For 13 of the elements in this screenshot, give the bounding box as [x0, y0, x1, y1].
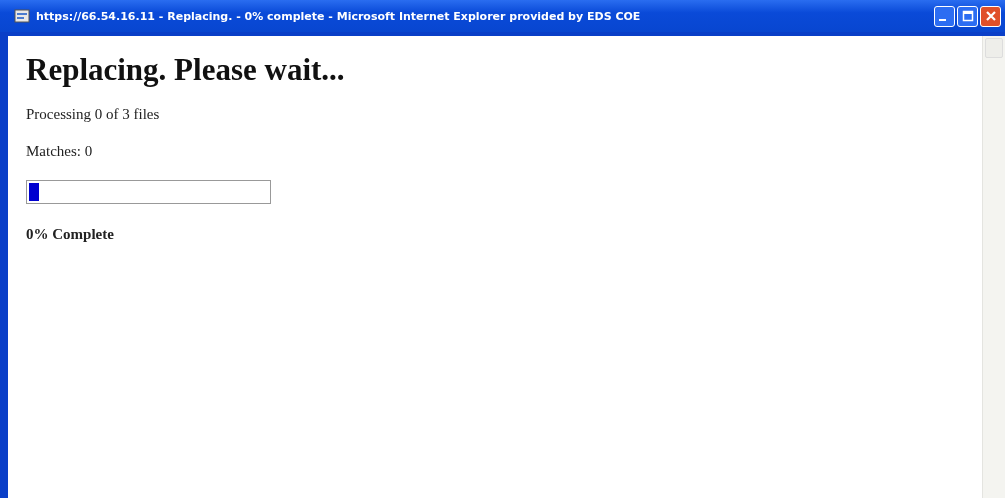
minimize-button[interactable] [934, 5, 955, 27]
page-heading: Replacing. Please wait... [26, 52, 346, 88]
maximize-button[interactable] [957, 5, 978, 27]
close-icon [984, 10, 997, 22]
maximize-icon [961, 10, 974, 22]
status-text: 0% Complete [26, 226, 115, 243]
minimize-icon [939, 19, 946, 21]
page-icon [14, 8, 30, 24]
matches-text: Matches: 0 [26, 143, 94, 160]
window-title: https://66.54.16.11 - Replacing. - 0% complete - Microsoft Internet Explorer provided by EDS COE [36, 9, 642, 23]
close-button[interactable] [980, 5, 1001, 27]
scrollbar[interactable] [982, 36, 1005, 498]
processing-text: Processing 0 of 3 files [26, 106, 161, 123]
